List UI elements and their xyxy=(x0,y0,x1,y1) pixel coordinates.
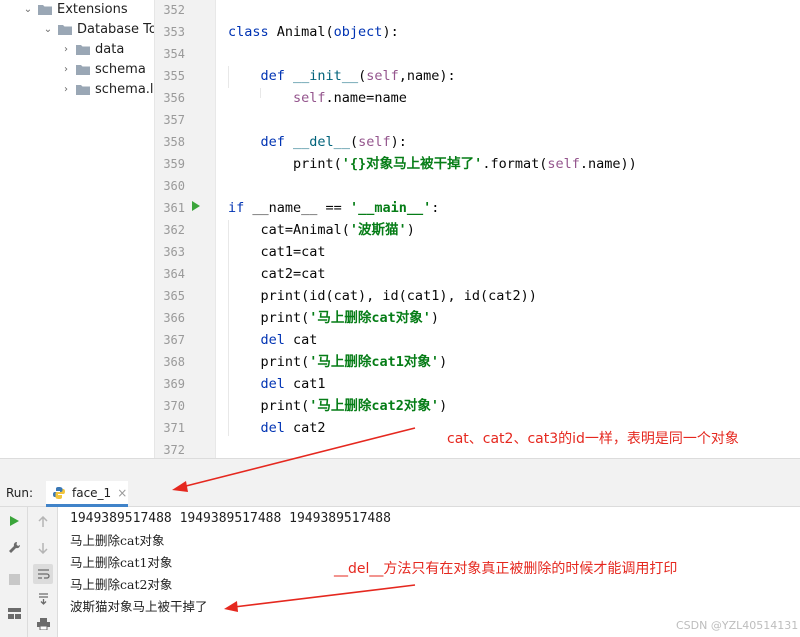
line-number: 362 xyxy=(163,223,185,237)
line-number: 368 xyxy=(163,355,185,369)
tree-item-schema-layout[interactable]: › schema.lay xyxy=(60,79,154,99)
line-number: 367 xyxy=(163,333,185,347)
code-line[interactable]: print('马上删除cat1对象') xyxy=(228,351,448,373)
chevron-down-icon[interactable]: ⌄ xyxy=(22,3,34,15)
line-number: 371 xyxy=(163,421,185,435)
code-line[interactable]: def __del__(self): xyxy=(228,131,407,153)
code-line[interactable]: print('{}对象马上被干掉了'.format(self.name)) xyxy=(228,153,637,175)
soft-wrap-icon[interactable] xyxy=(33,564,53,584)
code-line[interactable]: cat1=cat xyxy=(228,241,326,263)
chevron-right-icon[interactable]: › xyxy=(60,63,72,75)
editor-status-strip xyxy=(0,458,800,480)
chevron-right-icon[interactable]: › xyxy=(60,43,72,55)
line-number: 360 xyxy=(163,179,185,193)
watermark: CSDN @YZL40514131 xyxy=(676,619,799,632)
run-gutter-icon[interactable] xyxy=(192,201,200,211)
run-toolbar-primary xyxy=(0,507,28,637)
print-icon[interactable] xyxy=(33,614,53,634)
folder-icon xyxy=(76,84,90,95)
tree-item-data[interactable]: › data xyxy=(60,39,124,59)
line-number: 352 xyxy=(163,3,185,17)
scroll-to-end-icon[interactable] xyxy=(33,588,53,608)
console-output-line: 马上删除cat1对象 xyxy=(70,555,173,570)
python-icon xyxy=(53,486,65,499)
wrench-icon[interactable] xyxy=(4,537,24,557)
line-number: 370 xyxy=(163,399,185,413)
close-icon[interactable]: × xyxy=(117,486,127,500)
chevron-down-icon[interactable]: ⌄ xyxy=(42,23,54,35)
chevron-right-icon[interactable]: › xyxy=(60,83,72,95)
code-line[interactable]: class Animal(object): xyxy=(228,21,399,43)
line-number: 355 xyxy=(163,69,185,83)
run-tab-face-1[interactable]: face_1 × xyxy=(46,481,128,507)
console-output-line: 马上删除cat2对象 xyxy=(70,577,173,592)
project-tree: ⌄ Extensions ⌄ Database Too › data › sch… xyxy=(0,0,155,480)
line-number: 356 xyxy=(163,91,185,105)
console-output-line: 波斯猫对象马上被干掉了 xyxy=(70,599,208,614)
line-number: 357 xyxy=(163,113,185,127)
code-line[interactable]: def __init__(self,name): xyxy=(228,65,456,87)
tree-item-label: schema xyxy=(95,61,146,77)
tree-item-database-tools[interactable]: ⌄ Database Too xyxy=(42,19,154,39)
code-line[interactable]: print(id(cat), id(cat1), id(cat2)) xyxy=(228,285,537,307)
code-line[interactable]: cat=Animal('波斯猫') xyxy=(228,219,415,241)
code-line[interactable]: del cat xyxy=(228,329,318,351)
line-number: 359 xyxy=(163,157,185,171)
console-output-line: 1949389517488 1949389517488 194938951748… xyxy=(70,511,391,526)
code-line[interactable]: print('马上删除cat2对象') xyxy=(228,395,448,417)
layout-icon[interactable] xyxy=(4,603,24,623)
folder-icon xyxy=(38,4,52,15)
arrow-down-icon[interactable] xyxy=(33,538,53,558)
code-line[interactable]: del cat2 xyxy=(228,417,326,439)
tree-item-schema[interactable]: › schema xyxy=(60,59,146,79)
run-toolbar-secondary xyxy=(28,507,58,637)
line-number: 369 xyxy=(163,377,185,391)
folder-icon xyxy=(58,24,72,35)
code-line[interactable]: del cat1 xyxy=(228,373,326,395)
console-output-line: 马上删除cat对象 xyxy=(70,533,165,548)
folder-icon xyxy=(76,44,90,55)
line-number: 358 xyxy=(163,135,185,149)
line-number: 353 xyxy=(163,25,185,39)
tree-item-label: Extensions xyxy=(57,1,128,17)
line-number: 364 xyxy=(163,267,185,281)
tree-item-label: Database Too xyxy=(77,21,154,37)
code-line[interactable]: self.name=name xyxy=(228,87,407,109)
annotation-del-method: __del__方法只有在对象真正被删除的时候才能调用打印 xyxy=(334,561,678,577)
code-line[interactable]: cat2=cat xyxy=(228,263,326,285)
run-label: Run: xyxy=(6,486,34,500)
rerun-icon[interactable] xyxy=(4,511,24,531)
tree-item-label: schema.lay xyxy=(95,81,154,97)
annotation-same-id: cat、cat2、cat3的id一样，表明是同一个对象 xyxy=(447,431,739,447)
stop-icon[interactable] xyxy=(4,569,24,589)
code-line[interactable]: print('马上删除cat对象') xyxy=(228,307,440,329)
tree-item-label: data xyxy=(95,41,125,57)
arrow-up-icon[interactable] xyxy=(33,512,53,532)
line-number: 363 xyxy=(163,245,185,259)
run-tab-label: face_1 xyxy=(72,485,112,500)
line-number: 354 xyxy=(163,47,185,61)
code-line[interactable]: if __name__ == '__main__': xyxy=(228,197,439,219)
line-number: 361 xyxy=(163,201,185,215)
tree-item-extensions[interactable]: ⌄ Extensions xyxy=(22,0,128,19)
folder-icon xyxy=(76,64,90,75)
line-number: 366 xyxy=(163,311,185,325)
line-number: 365 xyxy=(163,289,185,303)
